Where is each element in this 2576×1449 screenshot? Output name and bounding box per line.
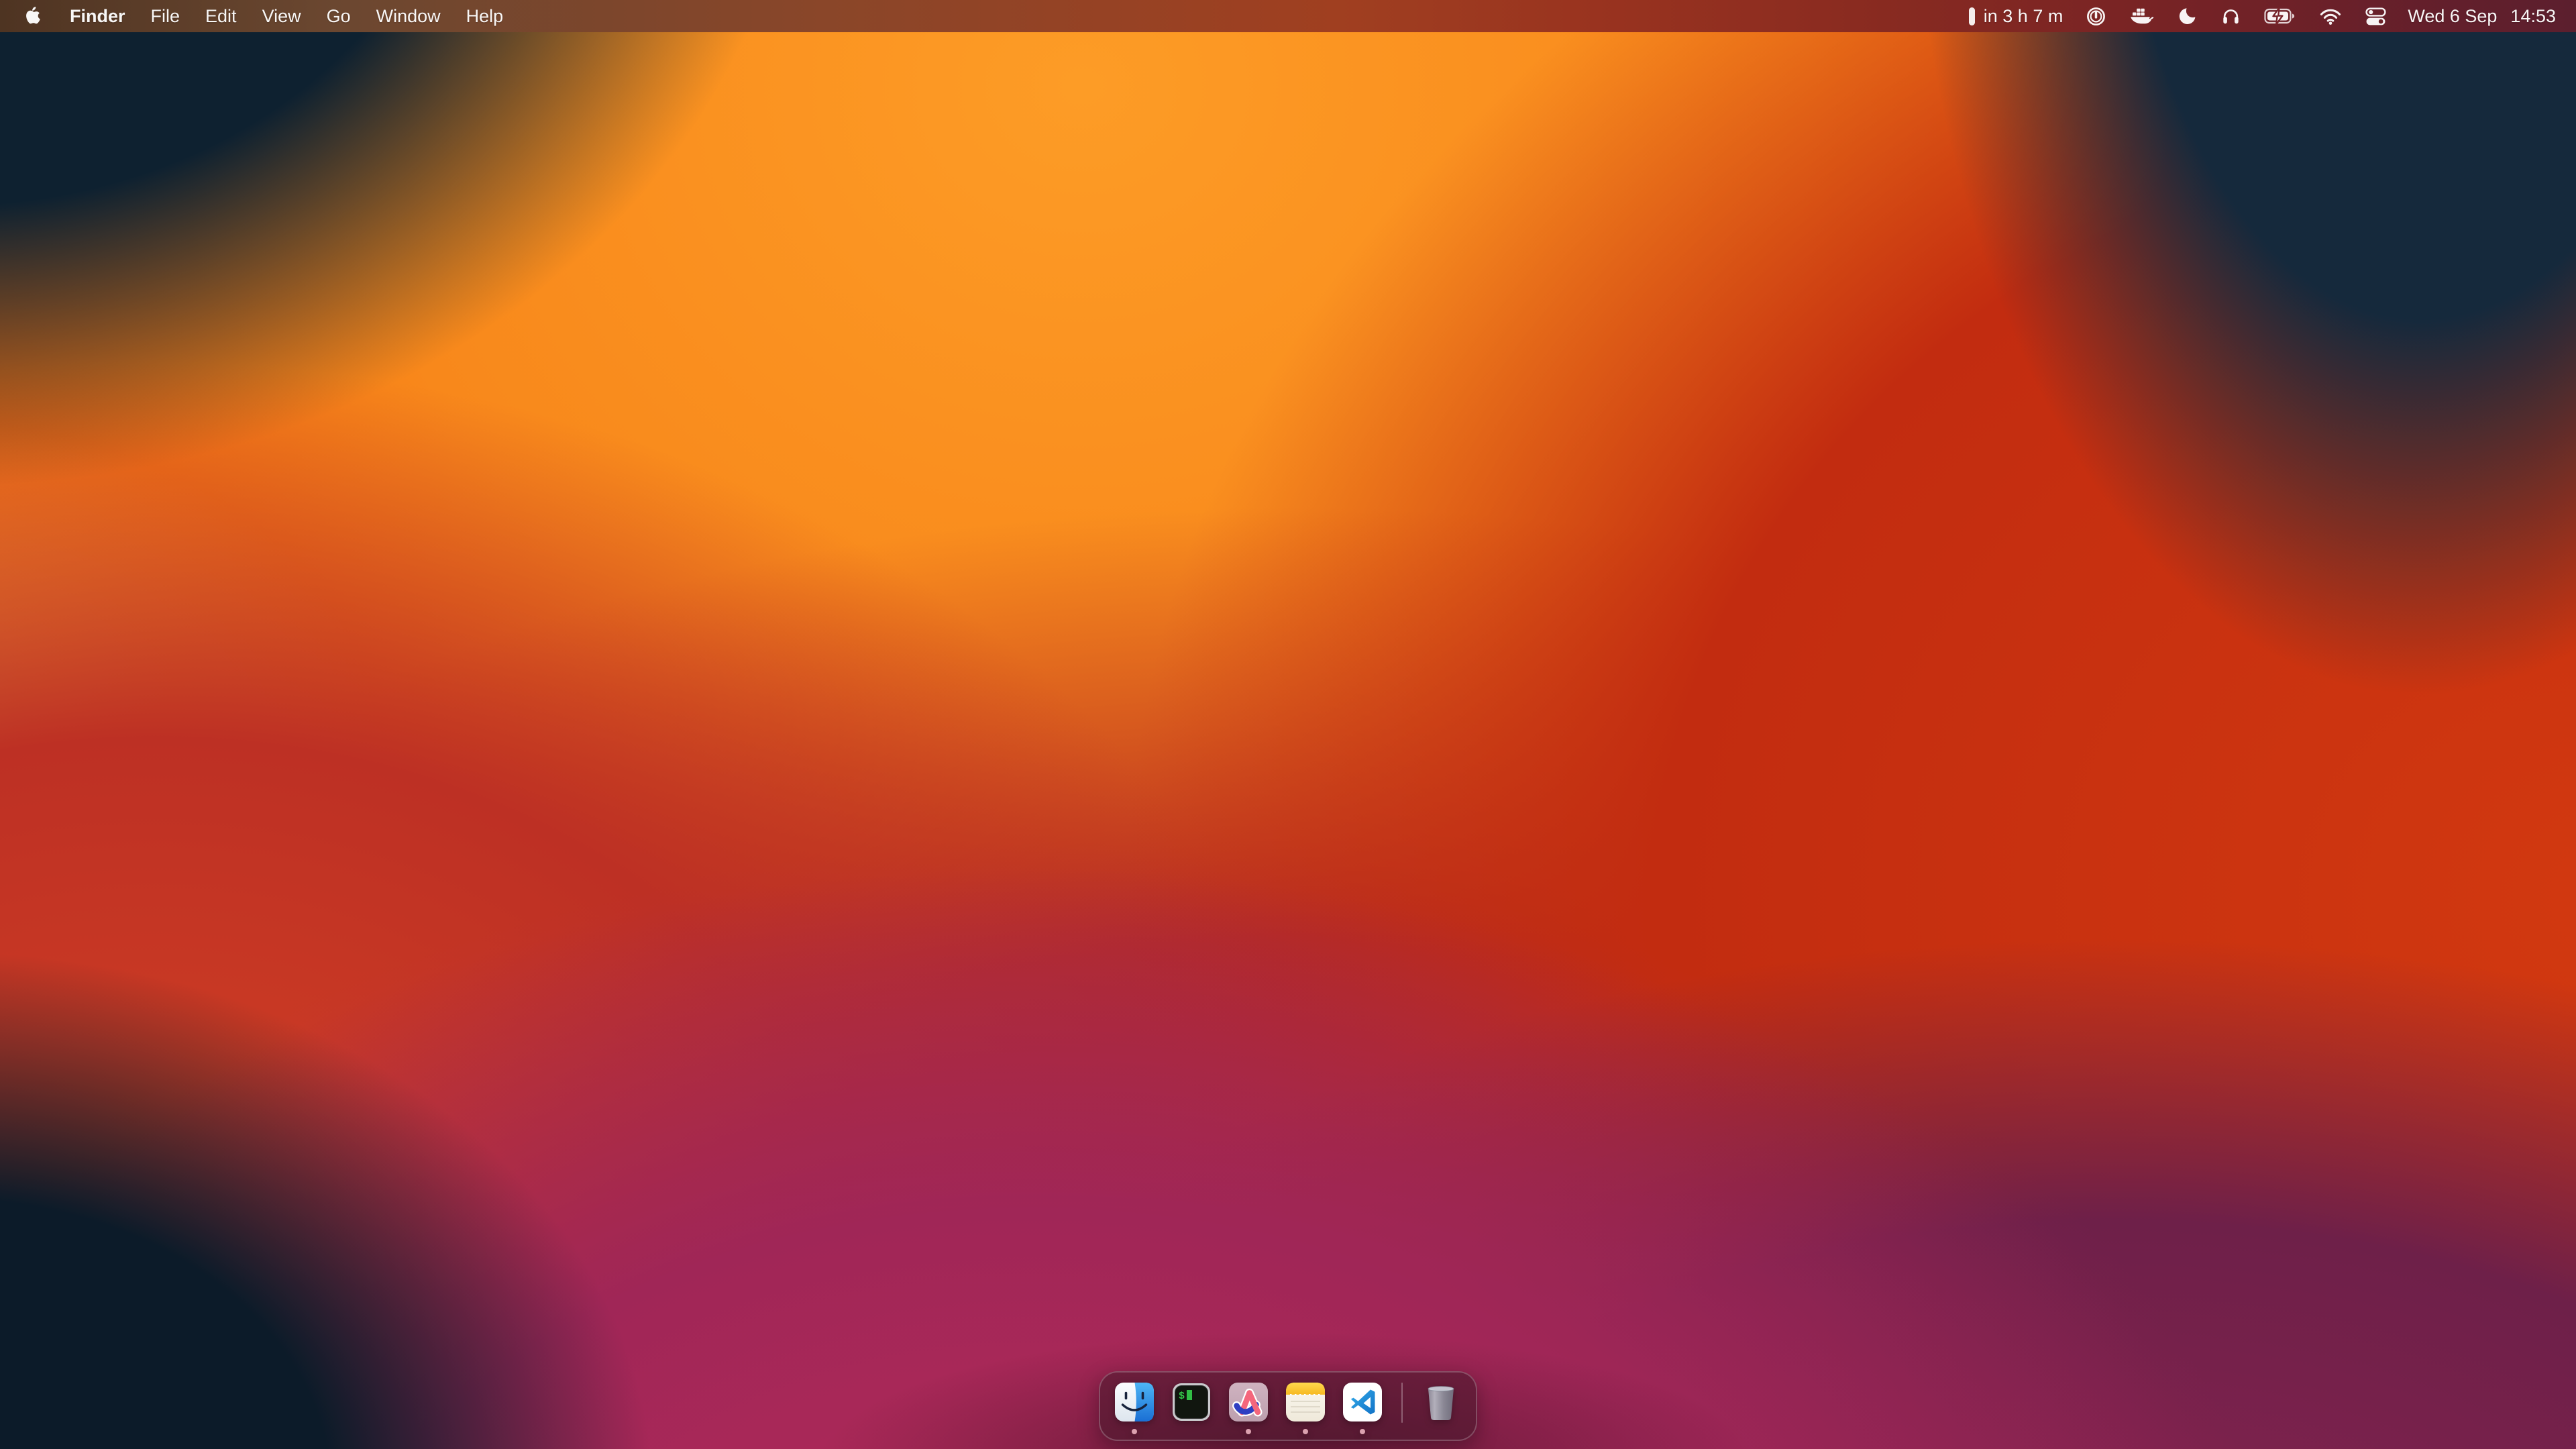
timer-text: in 3 h 7 m xyxy=(1984,6,2063,27)
running-indicator xyxy=(1360,1429,1365,1434)
vscode-icon xyxy=(1343,1383,1382,1421)
notes-icon xyxy=(1286,1383,1325,1421)
dock-item-finder[interactable] xyxy=(1115,1383,1154,1421)
docker-icon xyxy=(2129,6,2155,26)
focus-moon-icon xyxy=(2178,6,2198,26)
headphones-icon xyxy=(2220,6,2241,26)
menu-bar-clock[interactable]: Wed 6 Sep 14:53 xyxy=(2398,6,2556,27)
menu-item-go[interactable]: Go xyxy=(314,0,364,32)
audio-menu-item[interactable] xyxy=(2209,0,2253,32)
menu-item-help[interactable]: Help xyxy=(453,0,517,32)
running-indicator xyxy=(1132,1429,1137,1434)
arc-browser-icon xyxy=(1229,1383,1268,1421)
dock-separator xyxy=(1401,1383,1403,1423)
control-center-icon xyxy=(2365,6,2387,27)
running-indicator xyxy=(1246,1429,1251,1434)
apple-menu[interactable] xyxy=(20,0,57,32)
desktop: Finder File Edit View Go Window Help in … xyxy=(0,0,2576,1449)
running-indicator xyxy=(1303,1429,1308,1434)
timer-bar-icon xyxy=(1969,7,1975,25)
dock: $ xyxy=(1099,1371,1477,1441)
dock-item-notes[interactable] xyxy=(1286,1383,1325,1421)
battery-charging-icon xyxy=(2264,7,2296,25)
menu-item-finder[interactable]: Finder xyxy=(57,0,138,32)
clock-time: 14:53 xyxy=(2510,6,2556,27)
dock-item-terminal[interactable]: $ xyxy=(1172,1383,1211,1421)
finder-icon xyxy=(1115,1383,1154,1421)
dock-item-trash[interactable] xyxy=(1422,1383,1461,1421)
menu-item-window[interactable]: Window xyxy=(364,0,453,32)
control-center-menu-item[interactable] xyxy=(2353,0,2398,32)
menu-bar-left: Finder File Edit View Go Window Help xyxy=(0,0,516,32)
clock-date: Wed 6 Sep xyxy=(2408,6,2497,27)
wallpaper-ventura[interactable] xyxy=(0,0,2576,1449)
focus-menu-item[interactable] xyxy=(2166,0,2209,32)
status-timer[interactable]: in 3 h 7 m xyxy=(1957,0,2075,32)
menu-bar: Finder File Edit View Go Window Help in … xyxy=(0,0,2576,32)
apple-logo-icon xyxy=(24,6,42,26)
wifi-icon xyxy=(2319,7,2342,25)
trash-icon xyxy=(1422,1383,1460,1423)
battery-menu-item[interactable] xyxy=(2253,0,2308,32)
1password-icon xyxy=(2086,6,2106,27)
dock-item-vscode[interactable] xyxy=(1343,1383,1382,1421)
dock-item-arc[interactable] xyxy=(1229,1383,1268,1421)
wifi-menu-item[interactable] xyxy=(2308,0,2353,32)
1password-menu-item[interactable] xyxy=(2074,0,2118,32)
svg-text:$: $ xyxy=(1179,1391,1185,1402)
menu-item-file[interactable]: File xyxy=(138,0,193,32)
docker-menu-item[interactable] xyxy=(2118,0,2166,32)
terminal-icon: $ xyxy=(1172,1383,1211,1421)
menu-item-edit[interactable]: Edit xyxy=(193,0,250,32)
menu-bar-status: in 3 h 7 m xyxy=(1957,0,2576,32)
menu-item-view[interactable]: View xyxy=(250,0,314,32)
